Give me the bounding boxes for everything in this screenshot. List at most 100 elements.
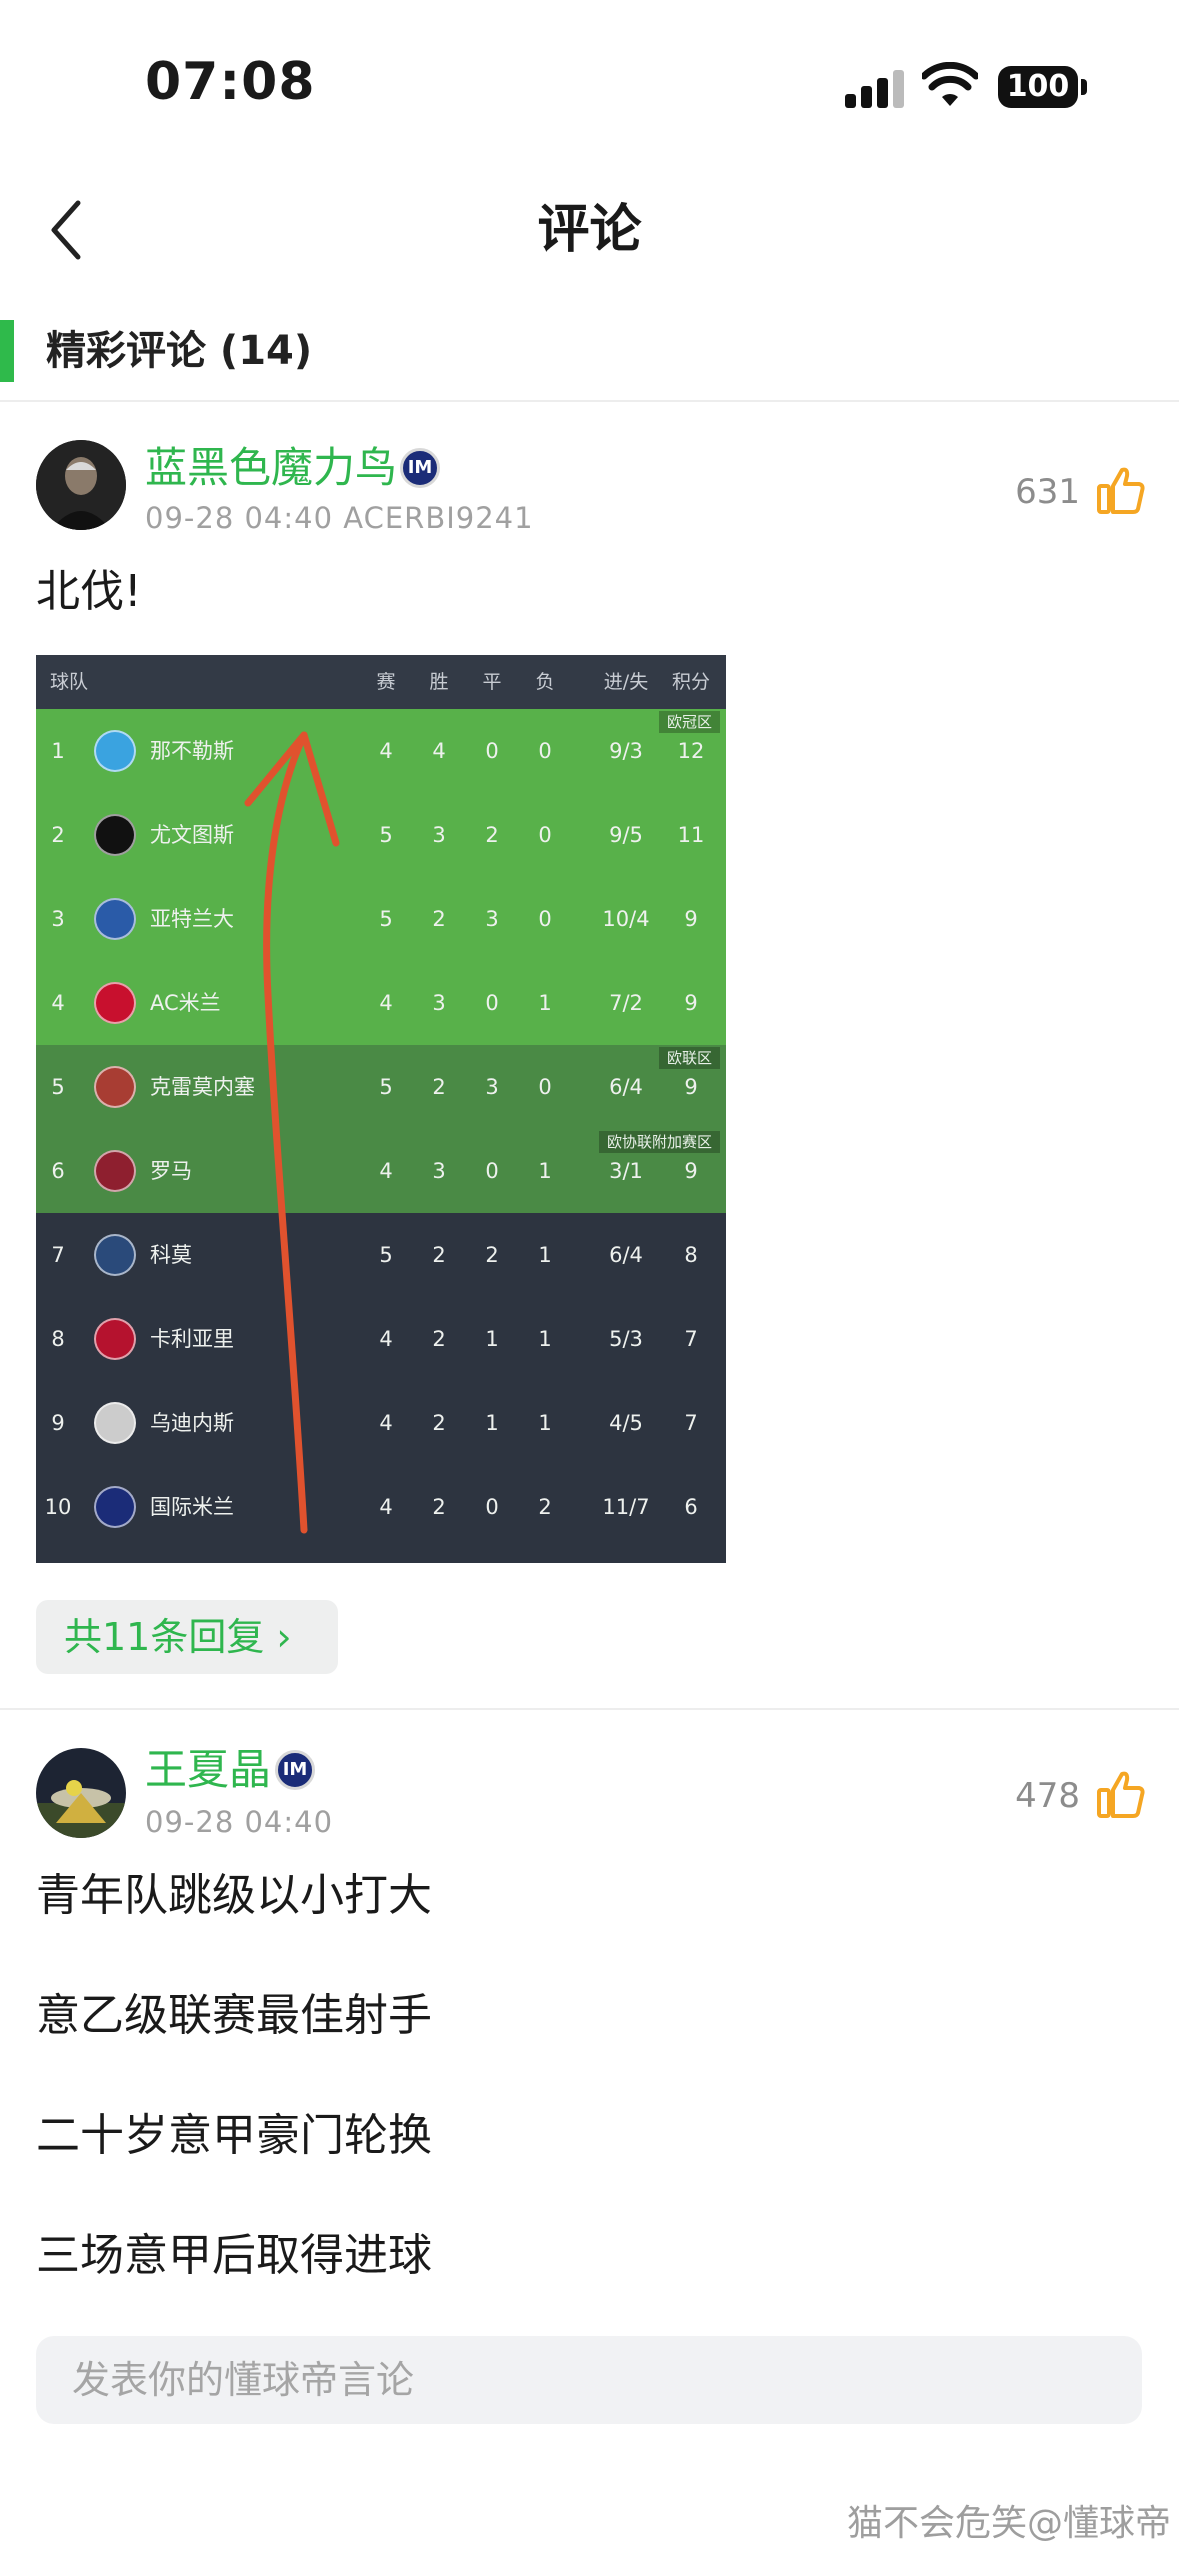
row-pts: 8 <box>684 1243 698 1267</box>
row-p: 4 <box>379 1495 393 1519</box>
team-crest-icon <box>94 1402 136 1444</box>
row-team-name: 国际米兰 <box>150 1495 234 1519</box>
row-l: 0 <box>538 1075 552 1099</box>
row-d: 3 <box>485 1075 499 1099</box>
row-l: 1 <box>538 1411 552 1435</box>
row-l: 1 <box>538 1159 552 1183</box>
row-w: 2 <box>432 907 446 931</box>
section-accent-bar <box>0 320 14 382</box>
header-team: 球队 <box>50 671 89 693</box>
row-l: 1 <box>538 1327 552 1351</box>
username[interactable]: 蓝黑色魔力鸟 <box>145 440 397 496</box>
row-rank: 6 <box>51 1159 65 1183</box>
row-pts: 7 <box>684 1411 698 1435</box>
row-l: 0 <box>538 739 552 763</box>
standings-row: 2 尤文图斯 5 3 2 0 9/5 11 <box>36 793 726 877</box>
row-w: 2 <box>432 1243 446 1267</box>
row-d: 2 <box>485 1243 499 1267</box>
nav-header: 评论 <box>0 170 1179 290</box>
row-l: 1 <box>538 1243 552 1267</box>
team-crest-icon <box>94 730 136 772</box>
team-crest-icon <box>94 898 136 940</box>
zone-label-ucl: 欧冠区 <box>658 711 720 733</box>
section-header: 精彩评论 (14) <box>0 310 1179 402</box>
row-p: 4 <box>379 1327 393 1351</box>
status-bar: 07:08 100 <box>0 0 1179 170</box>
avatar[interactable] <box>36 440 126 530</box>
standings-row: 5 克雷莫内塞 5 2 3 0 6/4 9 <box>36 1045 726 1129</box>
row-p: 4 <box>379 739 393 763</box>
standings-row: 4 AC米兰 4 3 0 1 7/2 9 <box>36 961 726 1045</box>
row-w: 3 <box>432 1159 446 1183</box>
row-l: 0 <box>538 907 552 931</box>
battery-indicator: 100 <box>998 66 1087 108</box>
header-points: 积分 <box>671 671 710 693</box>
row-w: 2 <box>432 1495 446 1519</box>
row-pts: 6 <box>684 1495 698 1519</box>
row-team-name: 亚特兰大 <box>150 907 234 931</box>
header-played: 赛 <box>376 671 396 693</box>
row-d: 0 <box>485 991 499 1015</box>
standings-header: 球队 赛 胜 平 负 进/失 积分 <box>36 655 726 709</box>
wifi-icon <box>922 62 978 106</box>
row-pts: 9 <box>684 907 698 931</box>
row-rank: 8 <box>51 1327 65 1351</box>
like-count: 478 <box>1015 1776 1080 1816</box>
divider <box>0 1708 1179 1710</box>
standings-row: 3 亚特兰大 5 2 3 0 10/4 9 <box>36 877 726 961</box>
avatar[interactable] <box>36 1748 126 1838</box>
zone-label-uecl: 欧协联附加赛区 <box>598 1131 720 1153</box>
row-team-name: 卡利亚里 <box>150 1327 234 1351</box>
team-crest-icon <box>94 1150 136 1192</box>
row-d: 0 <box>485 1495 499 1519</box>
standings-row: 9 乌迪内斯 4 2 1 1 4/5 7 <box>36 1381 726 1465</box>
row-l: 1 <box>538 991 552 1015</box>
row-rank: 7 <box>51 1243 65 1267</box>
row-p: 4 <box>379 1159 393 1183</box>
standings-row: 1 那不勒斯 4 4 0 0 9/3 12 <box>36 709 726 793</box>
row-pts: 7 <box>684 1327 698 1351</box>
team-crest-icon <box>94 982 136 1024</box>
standings-table-image[interactable]: 球队 赛 胜 平 负 进/失 积分 1 那不勒斯 4 4 0 0 9/3 12 2 尤文图斯 5 3 2… <box>36 655 726 1563</box>
row-team-name: AC米兰 <box>150 991 221 1015</box>
team-crest-icon <box>94 1318 136 1360</box>
row-rank: 1 <box>51 739 65 763</box>
comment-line: 二十岁意甲豪门轮换 <box>36 2110 432 2161</box>
comment-line: 意乙级联赛最佳射手 <box>36 1990 432 2041</box>
thumbs-up-icon[interactable] <box>1096 1768 1146 1820</box>
row-l: 0 <box>538 823 552 847</box>
row-l: 2 <box>538 1495 552 1519</box>
row-rank: 10 <box>44 1495 72 1519</box>
row-d: 3 <box>485 907 499 931</box>
team-crest-icon <box>94 1234 136 1276</box>
row-team-name: 科莫 <box>150 1243 192 1267</box>
row-team-name: 那不勒斯 <box>150 739 234 763</box>
row-p: 5 <box>379 1243 393 1267</box>
row-d: 2 <box>485 823 499 847</box>
row-rank: 5 <box>51 1075 65 1099</box>
standings-row: 7 科莫 5 2 2 1 6/4 8 <box>36 1213 726 1297</box>
section-title: 精彩评论 (14) <box>46 328 313 374</box>
username[interactable]: 王夏晶 <box>145 1742 271 1798</box>
watermark: 猫不会危笑@懂球帝 <box>846 2503 1171 2544</box>
row-rank: 4 <box>51 991 65 1015</box>
standings-row: 8 卡利亚里 4 2 1 1 5/3 7 <box>36 1297 726 1381</box>
inter-badge-icon: IM <box>400 448 440 488</box>
header-drawn: 平 <box>482 671 502 693</box>
comment-line: 三场意甲后取得进球 <box>36 2230 432 2281</box>
comment-input[interactable] <box>36 2336 1142 2424</box>
team-crest-icon <box>94 1486 136 1528</box>
cellular-signal-icon <box>845 68 905 108</box>
header-lost: 负 <box>535 671 555 693</box>
row-pts: 11 <box>677 823 705 847</box>
row-team-name: 罗马 <box>150 1159 192 1183</box>
row-w: 2 <box>432 1327 446 1351</box>
row-w: 4 <box>432 739 446 763</box>
zone-label-uel: 欧联区 <box>658 1047 720 1069</box>
thumbs-up-icon[interactable] <box>1096 464 1146 516</box>
row-team-name: 乌迪内斯 <box>150 1411 234 1435</box>
row-p: 5 <box>379 907 393 931</box>
view-replies-button[interactable]: 共11条回复 › <box>36 1600 338 1674</box>
comment-meta: 09-28 04:40 ACERBI9241 <box>145 501 534 535</box>
standings-row: 10 国际米兰 4 2 0 2 11/7 6 <box>36 1465 726 1549</box>
